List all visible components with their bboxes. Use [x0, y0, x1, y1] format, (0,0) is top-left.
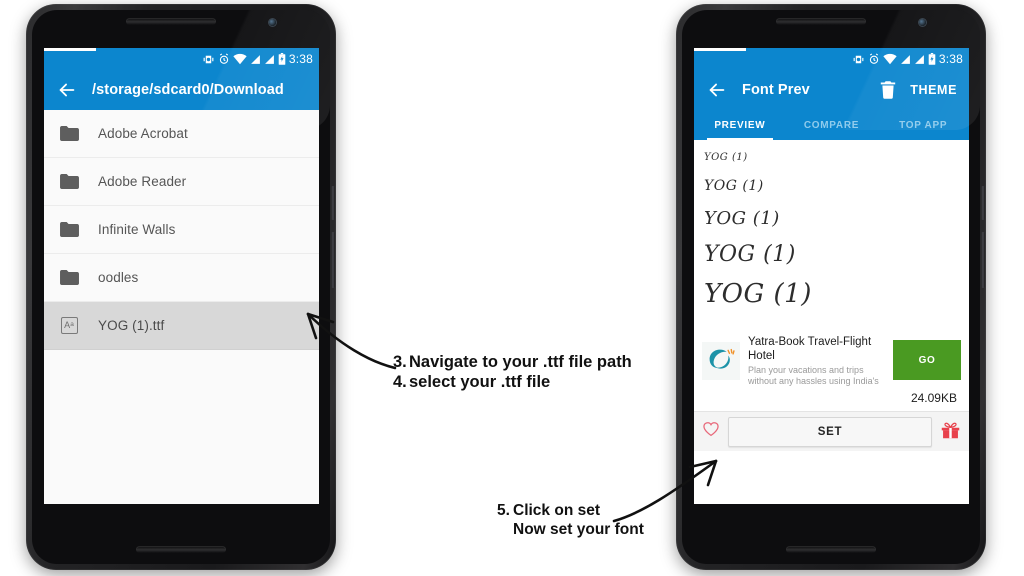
annotation-number: 4.	[393, 373, 407, 392]
theme-button[interactable]: THEME	[910, 83, 957, 97]
ad-content: Yatra-Book Travel-Flight Hotel Plan your…	[702, 336, 961, 387]
heart-icon[interactable]	[702, 421, 720, 442]
download-indicator	[44, 48, 96, 51]
ad-card[interactable]: Yatra-Book Travel-Flight Hotel Plan your…	[694, 330, 969, 411]
list-item[interactable]: Adobe Reader	[44, 158, 319, 206]
power-button[interactable]	[981, 186, 985, 220]
arrow-left-icon[interactable]	[706, 79, 728, 101]
right-phone-device: 3:38 Font Prev THEME PREVIEW COMPARE TOP…	[676, 4, 986, 570]
font-size-label: 24.09KB	[910, 391, 957, 405]
volume-button[interactable]	[981, 232, 985, 288]
list-item-selected[interactable]: Aa YOG (1).ttf	[44, 302, 319, 350]
left-phone-screen: 3:38 /storage/sdcard0/Download Adobe Acr…	[44, 48, 319, 504]
annotation-number	[497, 521, 513, 540]
ad-text: Yatra-Book Travel-Flight Hotel Plan your…	[740, 336, 893, 387]
preview-line: YOG (1)	[704, 152, 748, 163]
front-camera	[269, 19, 276, 26]
earpiece-grille	[126, 18, 216, 25]
preview-line: YOG (1)	[704, 178, 764, 194]
battery-icon	[928, 53, 936, 65]
wifi-icon	[883, 53, 897, 65]
power-button[interactable]	[331, 186, 335, 220]
download-indicator	[694, 48, 746, 51]
list-item-label: Infinite Walls	[98, 222, 176, 237]
list-item[interactable]: Adobe Acrobat	[44, 110, 319, 158]
tab-preview[interactable]: PREVIEW	[694, 110, 786, 140]
vibrate-icon	[852, 53, 865, 66]
annotation-step-3-4: 3. Navigate to your .ttf file path 4. se…	[393, 352, 632, 392]
ad-subtitle: Plan your vacations and trips without an…	[748, 365, 879, 386]
status-clock: 3:38	[938, 52, 963, 66]
preview-line: YOG (1)	[704, 242, 796, 267]
gift-icon[interactable]	[940, 419, 961, 445]
ad-title: Yatra-Book Travel-Flight Hotel	[748, 336, 872, 362]
bottom-action-bar: SET	[694, 411, 969, 451]
annotation-step-5: 5. Click on set Now set your font	[497, 502, 644, 540]
annotation-number: 3.	[393, 353, 407, 371]
folder-icon	[58, 270, 80, 285]
tab-compare[interactable]: COMPARE	[786, 110, 878, 140]
preview-line: YOG (1)	[704, 279, 812, 309]
yatra-logo-icon	[702, 342, 740, 380]
list-item[interactable]: oodles	[44, 254, 319, 302]
alarm-icon	[218, 53, 230, 65]
annotation-line: 5. Click on set	[497, 502, 644, 521]
signal-icon	[914, 54, 925, 65]
signal-icon	[264, 54, 275, 65]
list-item-label: Adobe Reader	[98, 174, 187, 189]
signal-icon	[250, 54, 261, 65]
folder-icon	[58, 126, 80, 141]
annotation-text: Navigate to your .ttf file path	[409, 353, 632, 371]
annotation-arrow-1	[306, 312, 397, 370]
font-preview-pane: YOG (1) YOG (1) YOG (1) YOG (1) YOG (1)	[694, 140, 969, 330]
volume-button[interactable]	[331, 232, 335, 288]
tab-top-app[interactable]: TOP APP	[877, 110, 969, 140]
vibrate-icon	[202, 53, 215, 66]
earpiece-grille	[776, 18, 866, 25]
annotation-line: Now set your font	[497, 521, 644, 540]
signal-icon	[900, 54, 911, 65]
file-list: Adobe Acrobat Adobe Reader Infinite Wall…	[44, 110, 319, 504]
folder-icon	[58, 222, 80, 237]
annotation-text: select your .ttf file	[409, 373, 551, 392]
page-title: /storage/sdcard0/Download	[92, 82, 284, 98]
status-icons	[852, 53, 936, 66]
trash-icon[interactable]	[880, 81, 896, 99]
annotation-number: 5.	[497, 502, 510, 519]
status-clock: 3:38	[288, 52, 313, 66]
right-app-bar: Font Prev THEME	[694, 70, 969, 110]
tab-bar: PREVIEW COMPARE TOP APP	[694, 110, 969, 140]
annotation-text: Click on set	[513, 502, 600, 519]
left-app-bar: /storage/sdcard0/Download	[44, 70, 319, 110]
set-button[interactable]: SET	[728, 416, 932, 447]
wifi-icon	[233, 53, 247, 65]
left-phone-device: 3:38 /storage/sdcard0/Download Adobe Acr…	[26, 4, 336, 570]
list-item-label: YOG (1).ttf	[98, 318, 165, 333]
folder-icon	[58, 174, 80, 189]
annotation-text: Now set your font	[513, 520, 644, 538]
battery-icon	[278, 53, 286, 65]
right-phone-screen: 3:38 Font Prev THEME PREVIEW COMPARE TOP…	[694, 48, 969, 504]
status-icons	[202, 53, 286, 66]
annotation-line: 4. select your .ttf file	[393, 372, 632, 392]
alarm-icon	[868, 53, 880, 65]
list-item[interactable]: Infinite Walls	[44, 206, 319, 254]
front-camera	[919, 19, 926, 26]
ad-go-button[interactable]: GO	[893, 340, 961, 380]
font-file-icon: Aa	[58, 317, 80, 334]
bottom-speaker-grille	[136, 546, 226, 553]
status-bar: 3:38	[694, 48, 969, 70]
bottom-speaker-grille	[786, 546, 876, 553]
arrow-left-icon[interactable]	[56, 79, 78, 101]
list-item-label: oodles	[98, 270, 139, 285]
preview-line: YOG (1)	[704, 208, 780, 229]
page-title: Font Prev	[742, 82, 810, 98]
screenshot-canvas: 3:38 /storage/sdcard0/Download Adobe Acr…	[0, 0, 1024, 576]
annotation-line: 3. Navigate to your .ttf file path	[393, 352, 632, 372]
status-bar: 3:38	[44, 48, 319, 70]
list-item-label: Adobe Acrobat	[98, 126, 188, 141]
